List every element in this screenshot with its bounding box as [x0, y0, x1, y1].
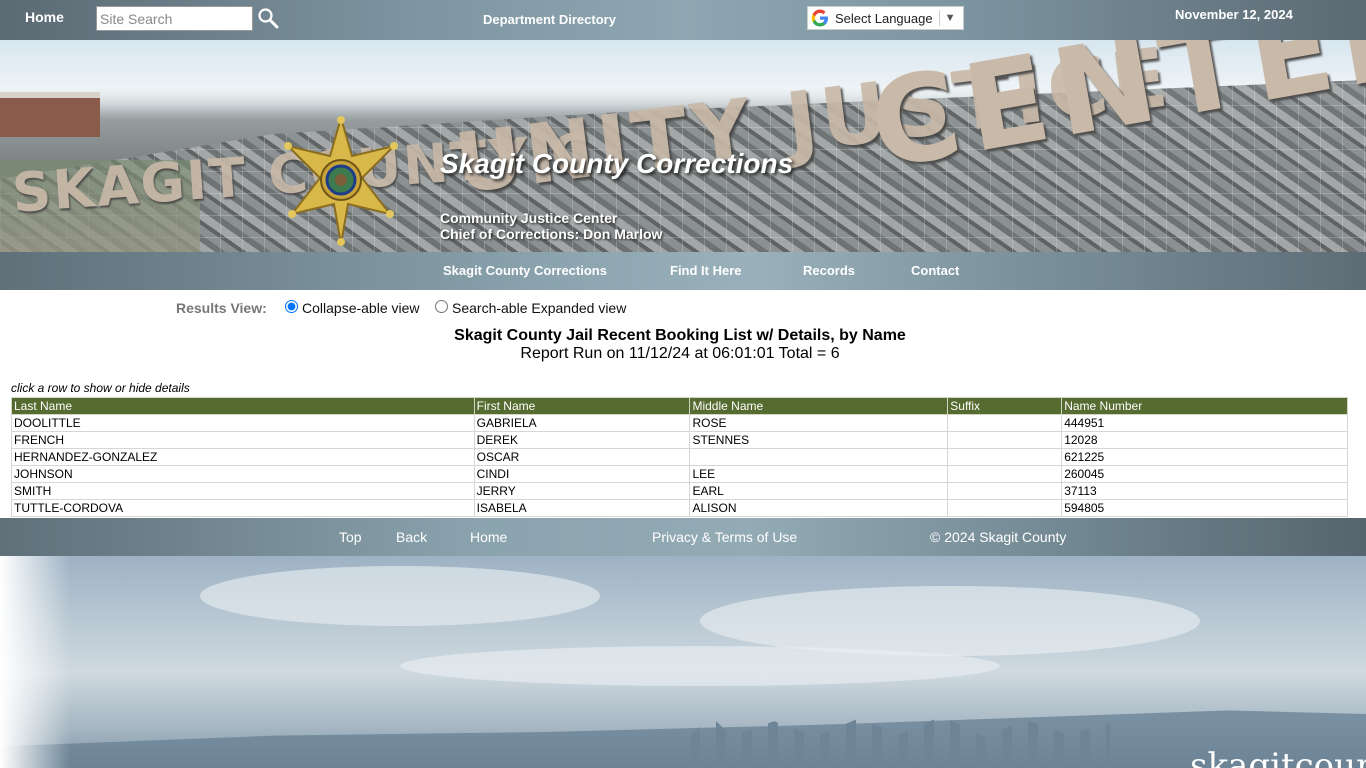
banner-title: Skagit County Corrections: [440, 148, 794, 179]
collapse-view-label[interactable]: Collapse-able view: [302, 300, 420, 316]
top-bar: Home Department Directory Select Languag…: [0, 0, 1366, 40]
table-row[interactable]: SMITH JERRY EARL 37113: [11, 482, 1348, 500]
footer-back-link[interactable]: Back: [396, 529, 427, 545]
row-toggle-hint: click a row to show or hide details: [11, 381, 190, 395]
column-header-last-name[interactable]: Last Name: [11, 397, 475, 415]
cell-last-name: JOHNSON: [11, 465, 475, 483]
table-row[interactable]: JOHNSON CINDI LEE 260045: [11, 465, 1348, 483]
banner-building: [0, 92, 100, 137]
table-row[interactable]: FRENCH DEREK STENNES 12028: [11, 431, 1348, 449]
cell-name-number: 594805: [1061, 499, 1348, 517]
department-directory-link[interactable]: Department Directory: [483, 12, 616, 27]
footer-copyright: © 2024 Skagit County: [930, 529, 1067, 545]
landscape-cloud: [700, 586, 1200, 656]
site-search-input[interactable]: [96, 6, 253, 31]
sheriff-star-badge-icon: [284, 116, 398, 246]
cell-first-name: ISABELA: [473, 499, 691, 517]
cell-suffix: [947, 465, 1063, 483]
main-nav: Skagit County Corrections Find It Here R…: [0, 252, 1366, 290]
cell-suffix: [947, 448, 1063, 466]
footer-bar: Top Back Home Privacy & Terms of Use © 2…: [0, 518, 1366, 556]
cell-name-number: 260045: [1061, 465, 1348, 483]
table-row[interactable]: DOOLITTLE GABRIELA ROSE 444951: [11, 414, 1348, 432]
cell-first-name: JERRY: [473, 482, 691, 500]
dropdown-arrow-icon: ▼: [944, 12, 956, 24]
cell-middle-name: ROSE: [689, 414, 949, 432]
expanded-view-radio[interactable]: [435, 300, 448, 313]
column-header-suffix[interactable]: Suffix: [947, 397, 1063, 415]
cell-first-name: OSCAR: [473, 448, 691, 466]
table-row[interactable]: HERNANDEZ-GONZALEZ OSCAR 621225: [11, 448, 1348, 466]
cell-suffix: [947, 499, 1063, 517]
nav-item-contact[interactable]: Contact: [911, 263, 959, 278]
report-subtitle: Report Run on 11/12/24 at 06:01:01 Total…: [520, 345, 840, 362]
cell-suffix: [947, 431, 1063, 449]
column-header-name-number[interactable]: Name Number: [1061, 397, 1348, 415]
landscape-cloud: [400, 646, 1000, 686]
table-row[interactable]: TUTTLE-CORDOVA ISABELA ALISON 594805: [11, 499, 1348, 517]
cell-last-name: SMITH: [11, 482, 475, 500]
cell-first-name: CINDI: [473, 465, 691, 483]
banner-subtitle: Community Justice Center Chief of Correc…: [440, 210, 662, 242]
cell-name-number: 621225: [1061, 448, 1348, 466]
footer-top-link[interactable]: Top: [339, 529, 362, 545]
current-date: November 12, 2024: [1175, 7, 1293, 22]
landscape-cloud: [200, 566, 600, 626]
search-button[interactable]: [256, 7, 280, 31]
search-icon: [258, 8, 279, 29]
language-select[interactable]: Select Language ▼: [807, 6, 964, 30]
banner-subtitle-line-2: Chief of Corrections: Don Marlow: [440, 226, 663, 242]
cell-suffix: [947, 414, 1063, 432]
landscape-fade: [0, 556, 70, 768]
report-title: Skagit County Jail Recent Booking List w…: [454, 327, 906, 344]
nav-item-skagit-county-corrections[interactable]: Skagit County Corrections: [443, 263, 607, 278]
skagitcounty-watermark: skagitcounty: [1190, 746, 1366, 768]
nav-item-records[interactable]: Records: [803, 263, 855, 278]
language-select-label: Select Language: [835, 10, 933, 26]
column-header-first-name[interactable]: First Name: [473, 397, 691, 415]
booking-table: Last Name First Name Middle Name Suffix …: [11, 397, 1348, 517]
cell-name-number: 37113: [1061, 482, 1348, 500]
cell-middle-name: STENNES: [689, 431, 949, 449]
cell-last-name: FRENCH: [11, 431, 475, 449]
landscape-mountains: [0, 710, 1366, 768]
cell-first-name: DEREK: [473, 431, 691, 449]
cell-middle-name: ALISON: [689, 499, 949, 517]
cell-name-number: 12028: [1061, 431, 1348, 449]
cell-middle-name: EARL: [689, 482, 949, 500]
cell-middle-name: [689, 448, 949, 466]
footer-landscape-image: skagitcounty: [0, 556, 1366, 768]
results-view-label: Results View:: [176, 300, 267, 316]
cell-middle-name: LEE: [689, 465, 949, 483]
collapse-view-radio[interactable]: [285, 300, 298, 313]
cell-last-name: HERNANDEZ-GONZALEZ: [11, 448, 475, 466]
google-icon: [811, 9, 828, 27]
cell-last-name: TUTTLE-CORDOVA: [11, 499, 475, 517]
cell-first-name: GABRIELA: [473, 414, 691, 432]
footer-home-link[interactable]: Home: [470, 529, 507, 545]
banner-subtitle-line-1: Community Justice Center: [440, 210, 618, 226]
nav-item-find-it-here[interactable]: Find It Here: [670, 263, 742, 278]
cell-suffix: [947, 482, 1063, 500]
home-link[interactable]: Home: [25, 9, 64, 25]
language-select-divider: [938, 10, 940, 26]
expanded-view-label[interactable]: Search-able Expanded view: [452, 300, 626, 316]
table-header-row: Last Name First Name Middle Name Suffix …: [11, 397, 1348, 415]
column-header-middle-name[interactable]: Middle Name: [689, 397, 949, 415]
cell-last-name: DOOLITTLE: [11, 414, 475, 432]
footer-privacy-link[interactable]: Privacy & Terms of Use: [652, 529, 797, 545]
header-banner: SKAGIT COUNTY C UNITY JUSTICE CENTER Ska…: [0, 40, 1366, 252]
cell-name-number: 444951: [1061, 414, 1348, 432]
